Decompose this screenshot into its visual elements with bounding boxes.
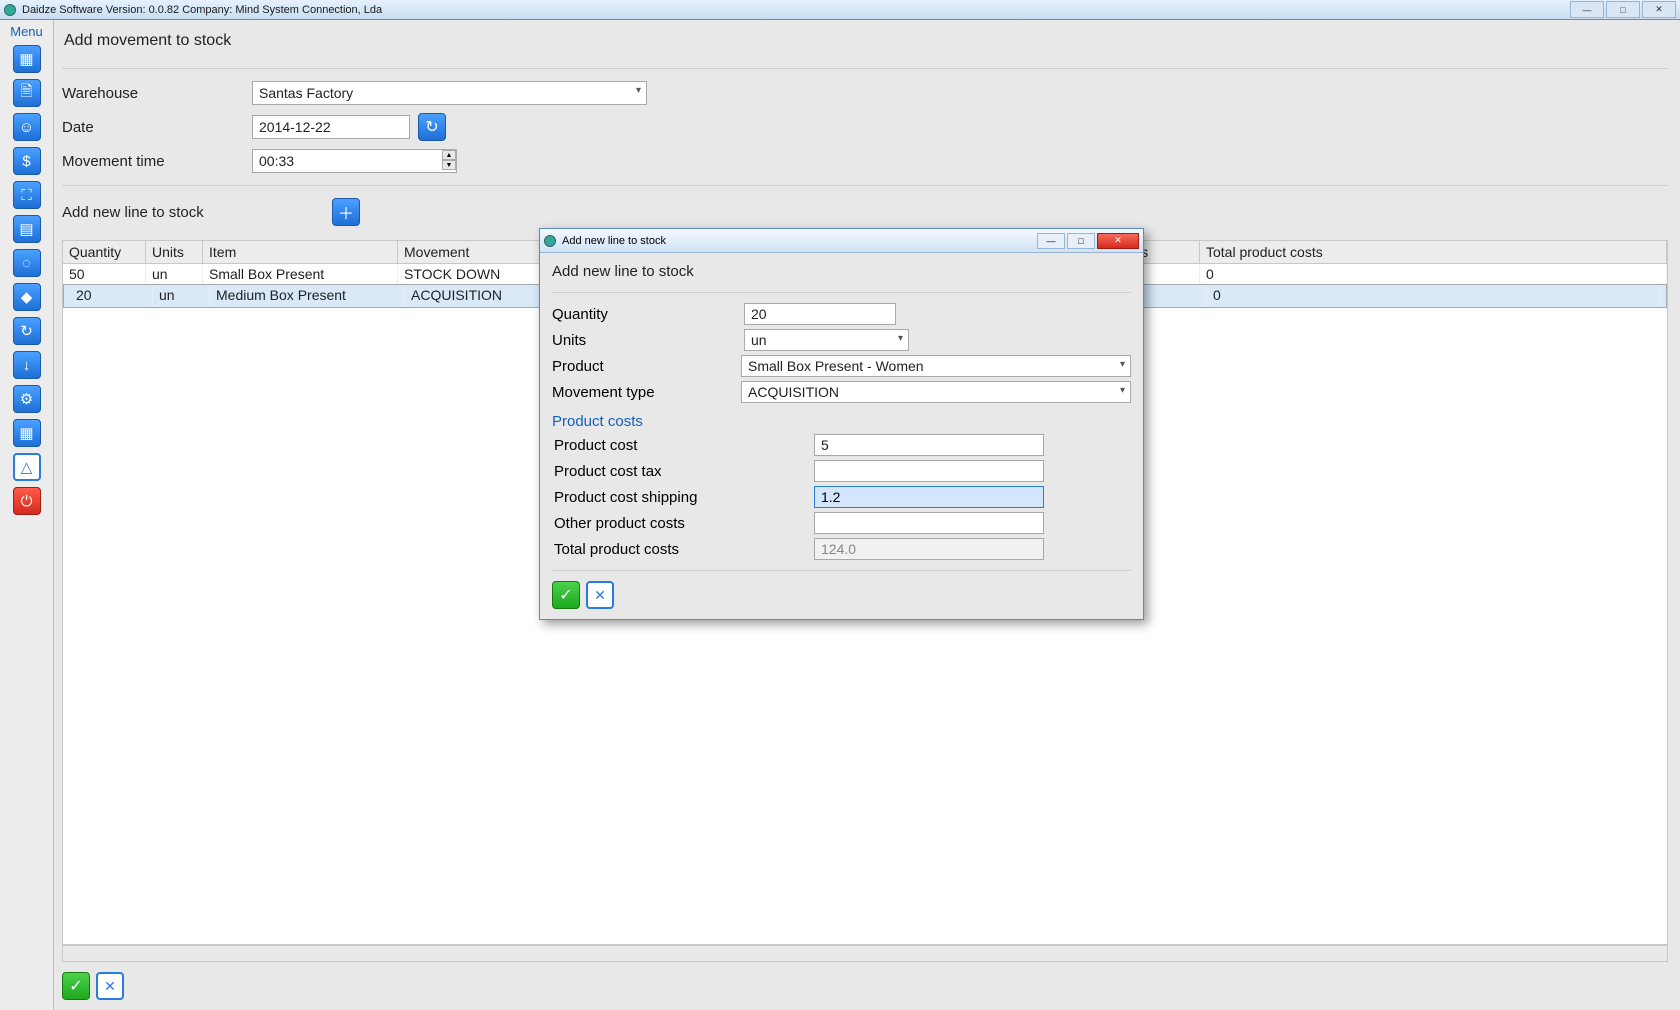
dialog-ok-button[interactable]: ✓ <box>552 581 580 609</box>
dialog-titlebar[interactable]: Add new line to stock — □ ✕ <box>540 229 1143 253</box>
units-select[interactable] <box>744 329 909 351</box>
cancel-button[interactable]: ✕ <box>96 972 124 1000</box>
time-label: Movement time <box>62 153 252 170</box>
app-icon <box>4 4 16 16</box>
other-label: Other product costs <box>552 515 814 532</box>
dialog-heading: Add new line to stock <box>552 263 1131 280</box>
sidebar-money-icon[interactable]: $ <box>13 147 41 175</box>
dialog-app-icon <box>544 235 556 247</box>
check-icon: ✓ <box>559 585 572 605</box>
dialog-minimize-button[interactable]: — <box>1037 233 1065 249</box>
date-label: Date <box>62 119 252 136</box>
sidebar-world-icon[interactable]: ◌ <box>13 249 41 277</box>
warehouse-select[interactable] <box>252 81 647 105</box>
main-panel: Add movement to stock Warehouse Date ↻ M… <box>54 20 1680 1010</box>
window-title: Daidze Software Version: 0.0.82 Company:… <box>22 4 382 16</box>
horizontal-scrollbar[interactable] <box>62 945 1668 962</box>
time-spin-down[interactable]: ▼ <box>442 160 456 170</box>
col-total[interactable]: Total product costs <box>1200 241 1667 264</box>
total-field <box>814 538 1044 560</box>
add-line-label: Add new line to stock <box>62 204 332 221</box>
sidebar-calendar-icon[interactable]: ▦ <box>13 45 41 73</box>
total-label: Total product costs <box>552 541 814 558</box>
save-button[interactable]: ✓ <box>62 972 90 1000</box>
date-field[interactable] <box>252 115 410 139</box>
cost-field[interactable] <box>814 434 1044 456</box>
quantity-field[interactable] <box>744 303 896 325</box>
dialog-close-button[interactable]: ✕ <box>1097 233 1139 249</box>
dialog-cancel-button[interactable]: ✕ <box>586 581 614 609</box>
window-maximize-button[interactable]: □ <box>1606 1 1640 18</box>
plus-icon: ＋ <box>338 200 354 224</box>
ship-label: Product cost shipping <box>552 489 814 506</box>
close-icon: ✕ <box>104 978 116 995</box>
window-titlebar: Daidze Software Version: 0.0.82 Company:… <box>0 0 1680 20</box>
quantity-label: Quantity <box>552 306 744 323</box>
col-units[interactable]: Units <box>146 241 203 264</box>
sidebar-settings-icon[interactable]: ⚙ <box>13 385 41 413</box>
sidebar-calc-icon[interactable]: ▦ <box>13 419 41 447</box>
ship-field[interactable] <box>814 486 1044 508</box>
time-field[interactable] <box>252 149 457 173</box>
sidebar-down-icon[interactable]: ↓ <box>13 351 41 379</box>
window-close-button[interactable]: ✕ <box>1642 1 1676 18</box>
sidebar-power-icon[interactable]: ⏻ <box>13 487 41 515</box>
sidebar-document-icon[interactable]: 🗎 <box>13 79 41 107</box>
sidebar-warning-icon[interactable]: △ <box>13 453 41 481</box>
sidebar: Menu ▦ 🗎 ☺ $ ⛶ ▤ ◌ ◆ ↻ ↓ ⚙ ▦ △ ⏻ <box>0 20 54 1010</box>
menu-label: Menu <box>10 24 43 39</box>
movetype-label: Movement type <box>552 384 741 401</box>
dialog-title: Add new line to stock <box>562 235 666 247</box>
sidebar-refresh-icon[interactable]: ↻ <box>13 317 41 345</box>
costs-section-title: Product costs <box>552 413 1131 430</box>
page-title: Add movement to stock <box>64 32 1668 50</box>
other-field[interactable] <box>814 512 1044 534</box>
sidebar-tag-icon[interactable]: ◆ <box>13 283 41 311</box>
tax-label: Product cost tax <box>552 463 814 480</box>
window-minimize-button[interactable]: — <box>1570 1 1604 18</box>
units-label: Units <box>552 332 744 349</box>
cost-label: Product cost <box>552 437 814 454</box>
sidebar-contacts-icon[interactable]: ▤ <box>13 215 41 243</box>
col-quantity[interactable]: Quantity <box>63 241 146 264</box>
add-line-button[interactable]: ＋ <box>332 198 360 226</box>
close-icon: ✕ <box>594 587 606 604</box>
date-refresh-button[interactable]: ↻ <box>418 113 446 141</box>
tax-field[interactable] <box>814 460 1044 482</box>
col-item[interactable]: Item <box>203 241 398 264</box>
time-spin-up[interactable]: ▲ <box>442 150 456 160</box>
add-line-dialog: Add new line to stock — □ ✕ Add new line… <box>539 228 1144 620</box>
sidebar-box-icon[interactable]: ⛶ <box>13 181 41 209</box>
movetype-select[interactable] <box>741 381 1131 403</box>
check-icon: ✓ <box>69 976 82 996</box>
product-select[interactable] <box>741 355 1131 377</box>
sidebar-user-icon[interactable]: ☺ <box>13 113 41 141</box>
warehouse-label: Warehouse <box>62 85 252 102</box>
refresh-icon: ↻ <box>425 117 438 137</box>
dialog-maximize-button[interactable]: □ <box>1067 233 1095 249</box>
product-label: Product <box>552 358 741 375</box>
col-movement[interactable]: Movement <box>398 241 548 264</box>
